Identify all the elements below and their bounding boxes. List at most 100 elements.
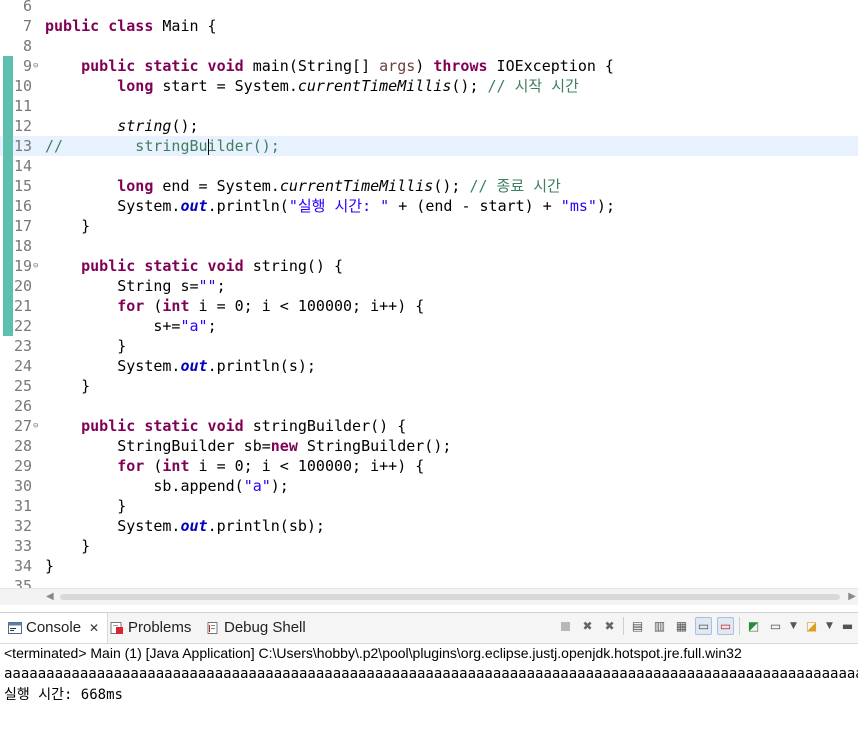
code-text: public static void string() { xyxy=(81,257,344,275)
code-line[interactable]: 11 xyxy=(0,96,858,116)
code-line[interactable]: 8 xyxy=(0,36,858,56)
toolbar-separator xyxy=(623,617,624,635)
change-marker xyxy=(3,236,13,336)
code-line[interactable]: 15 long end = System.currentTimeMillis()… xyxy=(0,176,858,196)
code-line[interactable]: 18 xyxy=(0,236,858,256)
toolbar-separator xyxy=(739,617,740,635)
terminate-icon[interactable] xyxy=(557,617,574,635)
code-line[interactable]: 24 System.out.println(s); xyxy=(0,356,858,376)
tab-problems[interactable]: Problems xyxy=(110,613,191,643)
code-line[interactable]: 28 StringBuilder sb=new StringBuilder(); xyxy=(0,436,858,456)
line-number: 6 xyxy=(22,0,32,15)
code-text: string(); xyxy=(117,117,199,135)
code-line[interactable]: 12 string(); xyxy=(0,116,858,136)
line-number: 29 xyxy=(13,457,32,475)
tab-problems-label: Problems xyxy=(128,619,192,636)
word-wrap-icon[interactable]: ▦ xyxy=(673,617,690,635)
code-line[interactable]: 23 } xyxy=(0,336,858,356)
code-line[interactable]: 25 } xyxy=(0,376,858,396)
open-console-icon[interactable]: ◪ xyxy=(803,617,820,635)
chevron-down-icon[interactable]: ▼ xyxy=(789,617,798,635)
line-number: 26 xyxy=(13,397,32,415)
clear-console-icon[interactable]: ▤ xyxy=(629,617,646,635)
code-line[interactable]: 34} xyxy=(0,556,858,576)
line-number: 32 xyxy=(13,517,32,535)
code-text: sb.append("a"); xyxy=(45,477,289,495)
code-text: } xyxy=(45,377,91,395)
code-text: System.out.println("실행 시간: " + (end - st… xyxy=(45,197,615,215)
code-line[interactable]: 7 public class Main { xyxy=(0,16,858,36)
tab-debug-shell-label: Debug Shell xyxy=(224,619,306,636)
code-line[interactable]: 22 s+="a"; xyxy=(0,316,858,336)
console-icon xyxy=(8,622,22,634)
code-line[interactable]: 14 xyxy=(0,156,858,176)
line-number: 24 xyxy=(13,357,32,375)
scroll-right-icon[interactable]: ▶ xyxy=(848,591,856,602)
display-console-icon[interactable]: ▭ xyxy=(767,617,784,635)
code-text: // stringBuilder(); xyxy=(45,137,280,155)
code-line[interactable]: 31 } xyxy=(0,496,858,516)
tab-console[interactable]: Console ✕ xyxy=(0,613,109,643)
code-line[interactable]: 19 ⊖ public static void string() { xyxy=(0,256,858,276)
line-number: 7 xyxy=(22,17,32,35)
line-number: 8 xyxy=(22,37,32,55)
code-text: System.out.println(s); xyxy=(45,357,316,375)
scroll-lock-icon[interactable]: ▥ xyxy=(651,617,668,635)
console-status-line: <terminated> Main (1) [Java Application]… xyxy=(4,645,742,661)
console-output[interactable]: aaaaaaaaaaaaaaaaaaaaaaaaaaaaaaaaaaaaaaaa… xyxy=(0,664,858,706)
code-line[interactable]: 29 for (int i = 0; i < 100000; i++) { xyxy=(0,456,858,476)
code-text: } xyxy=(45,557,55,575)
line-number: 34 xyxy=(13,557,32,575)
code-line[interactable]: 17 } xyxy=(0,216,858,236)
code-text: for (int i = 0; i < 100000; i++) { xyxy=(117,297,425,315)
console-toolbar: ✖ ✖ ▤ ▥ ▦ ▭ ▭ ◩ ▭ ▼ ◪ ▼ ▬ xyxy=(557,617,856,635)
code-text: } xyxy=(45,537,91,555)
minimize-icon[interactable]: ▬ xyxy=(839,617,856,635)
show-on-error-icon[interactable]: ▭ xyxy=(717,617,734,635)
fold-collapse-icon[interactable]: ⊖ xyxy=(33,256,38,276)
problems-icon xyxy=(110,622,123,634)
code-text: System.out.println(sb); xyxy=(45,517,325,535)
code-line-current[interactable]: 13// stringBuilder(); xyxy=(0,136,858,156)
remove-all-terminated-icon[interactable]: ✖ xyxy=(601,617,618,635)
remove-launch-icon[interactable]: ✖ xyxy=(579,617,596,635)
code-text: s+="a"; xyxy=(45,317,217,335)
close-icon[interactable]: ✕ xyxy=(89,613,99,643)
change-marker xyxy=(3,216,13,236)
code-line[interactable]: 32 System.out.println(sb); xyxy=(0,516,858,536)
code-line[interactable]: 10 long start = System.currentTimeMillis… xyxy=(0,76,858,96)
console-tab-bar: Console ✕ Problems Debug Shell ✖ ✖ ▤ ▥ ▦… xyxy=(0,612,858,644)
line-number: 25 xyxy=(13,377,32,395)
line-number: 23 xyxy=(13,337,32,355)
code-text: } xyxy=(45,217,91,235)
scrollbar-thumb[interactable] xyxy=(60,594,840,600)
console-output-line: aaaaaaaaaaaaaaaaaaaaaaaaaaaaaaaaaaaaaaaa… xyxy=(4,666,858,682)
tab-debug-shell[interactable]: Debug Shell xyxy=(206,613,306,643)
fold-collapse-icon[interactable]: ⊖ xyxy=(33,416,38,436)
code-line[interactable]: 9 ⊖ public static void main(String[] args… xyxy=(0,56,858,76)
code-line[interactable]: 27 ⊖ public static void stringBuilder() { xyxy=(0,416,858,436)
line-number: 30 xyxy=(13,477,32,495)
pin-console-icon[interactable]: ◩ xyxy=(745,617,762,635)
console-output-line: 실행 시간: 668ms xyxy=(4,687,123,703)
code-line[interactable]: 26 xyxy=(0,396,858,416)
show-on-output-icon[interactable]: ▭ xyxy=(695,617,712,635)
scroll-left-icon[interactable]: ◀ xyxy=(46,591,54,602)
code-line[interactable]: 35 xyxy=(0,576,858,588)
code-line[interactable]: 33 } xyxy=(0,536,858,556)
code-text: StringBuilder sb=new StringBuilder(); xyxy=(45,437,452,455)
fold-collapse-icon[interactable]: ⊖ xyxy=(33,56,38,76)
code-text: } xyxy=(45,337,127,355)
code-editor[interactable]: 6 7 public class Main {8 9 ⊖ public static v… xyxy=(0,0,858,588)
code-line[interactable]: 16 System.out.println("실행 시간: " + (end -… xyxy=(0,196,858,216)
code-text: public static void main(String[] args) t… xyxy=(81,57,614,75)
code-line[interactable]: 20 String s=""; xyxy=(0,276,858,296)
code-line[interactable]: 21 for (int i = 0; i < 100000; i++) { xyxy=(0,296,858,316)
chevron-down-icon[interactable]: ▼ xyxy=(825,617,834,635)
code-text: long start = System.currentTimeMillis();… xyxy=(117,77,579,95)
code-text: for (int i = 0; i < 100000; i++) { xyxy=(117,457,425,475)
debug-shell-icon xyxy=(207,622,218,634)
code-line[interactable]: 6 xyxy=(0,0,858,16)
code-line[interactable]: 30 sb.append("a"); xyxy=(0,476,858,496)
horizontal-scrollbar[interactable]: ◀ ▶ xyxy=(0,588,858,605)
